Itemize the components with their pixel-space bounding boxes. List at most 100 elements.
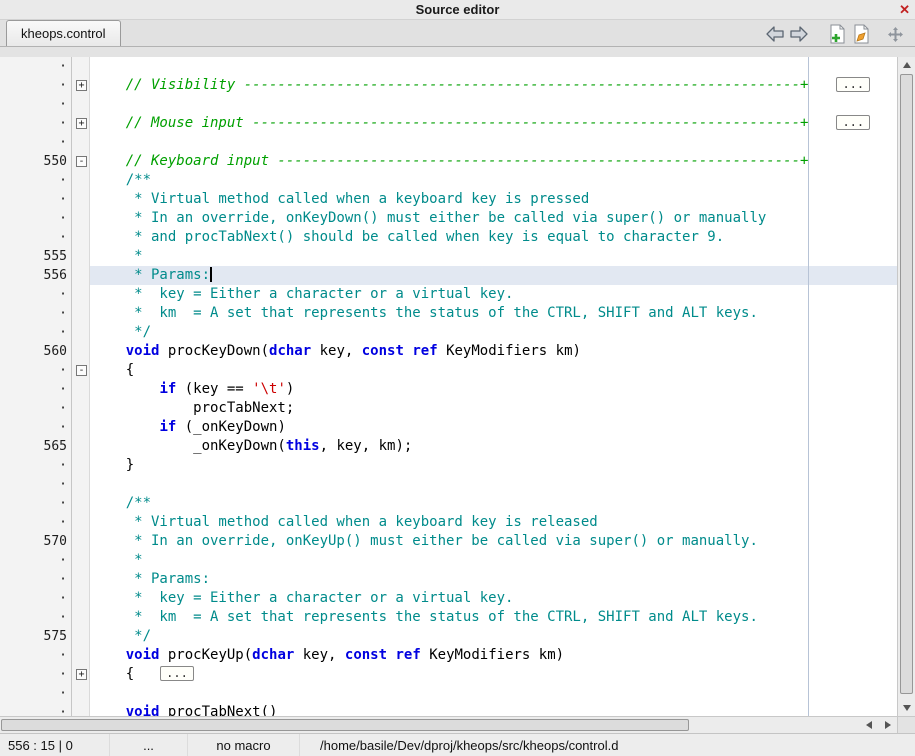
code-line[interactable]: · * Params: (0, 570, 897, 589)
code-line[interactable]: ·+ // Visibility -----------------------… (0, 76, 897, 95)
code-line[interactable]: · * In an override, onKeyDown() must eit… (0, 209, 897, 228)
code-line[interactable]: 575 */ (0, 627, 897, 646)
horizontal-scrollbar[interactable] (0, 716, 897, 733)
code-editor[interactable]: ··+ // Visibility ----------------------… (0, 57, 897, 716)
code-line[interactable]: · * (0, 551, 897, 570)
fold-collapse-icon[interactable]: - (76, 365, 87, 376)
code-line[interactable]: · (0, 475, 897, 494)
code-text: * and procTabNext() should be called whe… (90, 228, 897, 247)
line-number: · (0, 133, 70, 152)
code-line[interactable]: · * and procTabNext() should be called w… (0, 228, 897, 247)
fold-expand-icon[interactable]: + (76, 118, 87, 129)
line-number: · (0, 665, 70, 684)
text-caret (210, 267, 212, 282)
scroll-right-icon[interactable] (879, 717, 897, 733)
macro-status: no macro (188, 734, 300, 756)
fold-gutter (70, 209, 90, 228)
fold-gutter (70, 551, 90, 570)
code-text: void procKeyDown(dchar key, const ref Ke… (90, 342, 897, 361)
code-line[interactable]: 565 _onKeyDown(this, key, km); (0, 437, 897, 456)
code-line[interactable]: ·+ // Mouse input ----------------------… (0, 114, 897, 133)
code-line[interactable]: · } (0, 456, 897, 475)
code-text: // Mouse input -------------------------… (90, 114, 897, 133)
code-line[interactable]: · * key = Either a character or a virtua… (0, 589, 897, 608)
code-line[interactable]: ·+ {... (0, 665, 897, 684)
code-line[interactable]: · (0, 684, 897, 703)
code-line-current[interactable]: 556 * Params: (0, 266, 897, 285)
folded-code-icon[interactable]: ... (160, 666, 194, 681)
code-line[interactable]: ·- { (0, 361, 897, 380)
line-number: 570 (0, 532, 70, 551)
line-number: 575 (0, 627, 70, 646)
code-text: * key = Either a character or a virtual … (90, 589, 897, 608)
folded-code-icon[interactable]: ... (836, 77, 870, 92)
code-line[interactable]: 550- // Keyboard input -----------------… (0, 152, 897, 171)
fold-gutter (70, 342, 90, 361)
code-text: /** (90, 171, 897, 190)
code-line[interactable]: · * Virtual method called when a keyboar… (0, 190, 897, 209)
line-number: · (0, 551, 70, 570)
fold-expand-icon[interactable]: + (76, 669, 87, 680)
fold-gutter (70, 627, 90, 646)
fold-gutter (70, 95, 90, 114)
tabbar: kheops.control (0, 20, 915, 47)
fold-gutter (70, 532, 90, 551)
line-number: · (0, 95, 70, 114)
scroll-down-icon[interactable] (898, 700, 915, 716)
code-line[interactable]: · * key = Either a character or a virtua… (0, 285, 897, 304)
code-line[interactable]: 570 * In an override, onKeyUp() must eit… (0, 532, 897, 551)
horizontal-scrollbar-thumb[interactable] (1, 719, 689, 731)
code-line[interactable]: · * km = A set that represents the statu… (0, 608, 897, 627)
line-number: · (0, 494, 70, 513)
line-number: 555 (0, 247, 70, 266)
doc-add-icon[interactable] (825, 23, 849, 45)
code-line[interactable]: · procTabNext; (0, 399, 897, 418)
code-line[interactable]: · /** (0, 171, 897, 190)
vertical-scrollbar[interactable] (897, 57, 915, 716)
code-line[interactable]: · if (_onKeyDown) (0, 418, 897, 437)
code-line[interactable]: · */ (0, 323, 897, 342)
code-text (90, 684, 897, 703)
code-text: _onKeyDown(this, key, km); (90, 437, 897, 456)
code-line[interactable]: · void procTabNext() (0, 703, 897, 716)
code-line[interactable]: · * km = A set that represents the statu… (0, 304, 897, 323)
detach-icon[interactable] (883, 23, 907, 45)
code-line[interactable]: · /** (0, 494, 897, 513)
code-text: * Params: (90, 266, 897, 285)
code-text: if (_onKeyDown) (90, 418, 897, 437)
statusbar: 556 : 15 | 0 ... no macro /home/basile/D… (0, 733, 915, 756)
fold-gutter (70, 570, 90, 589)
line-number: · (0, 76, 70, 95)
fold-gutter (70, 171, 90, 190)
line-number: 565 (0, 437, 70, 456)
code-line[interactable]: · (0, 57, 897, 76)
folded-code-icon[interactable]: ... (836, 115, 870, 130)
code-line[interactable]: · if (key == '\t') (0, 380, 897, 399)
scroll-up-icon[interactable] (898, 57, 915, 73)
line-number: · (0, 703, 70, 716)
close-icon[interactable]: ✕ (899, 1, 910, 19)
code-line[interactable]: 555 * (0, 247, 897, 266)
line-number: · (0, 513, 70, 532)
fold-expand-icon[interactable]: + (76, 80, 87, 91)
fold-gutter (70, 684, 90, 703)
code-line[interactable]: · (0, 133, 897, 152)
go-back-icon[interactable] (763, 23, 787, 45)
line-number: · (0, 456, 70, 475)
fold-collapse-icon[interactable]: - (76, 156, 87, 167)
go-forward-icon[interactable] (787, 23, 811, 45)
doc-edit-icon[interactable] (849, 23, 873, 45)
code-line[interactable]: · * Virtual method called when a keyboar… (0, 513, 897, 532)
code-line[interactable]: · (0, 95, 897, 114)
line-number: · (0, 684, 70, 703)
code-line[interactable]: 560 void procKeyDown(dchar key, const re… (0, 342, 897, 361)
scroll-left-icon[interactable] (861, 717, 879, 733)
tab-kheops-control[interactable]: kheops.control (6, 20, 121, 46)
vertical-scrollbar-thumb[interactable] (900, 74, 913, 694)
code-text: procTabNext; (90, 399, 897, 418)
line-number: · (0, 608, 70, 627)
fold-gutter (70, 475, 90, 494)
code-text: } (90, 456, 897, 475)
code-line[interactable]: · void procKeyUp(dchar key, const ref Ke… (0, 646, 897, 665)
code-text: { (90, 361, 897, 380)
